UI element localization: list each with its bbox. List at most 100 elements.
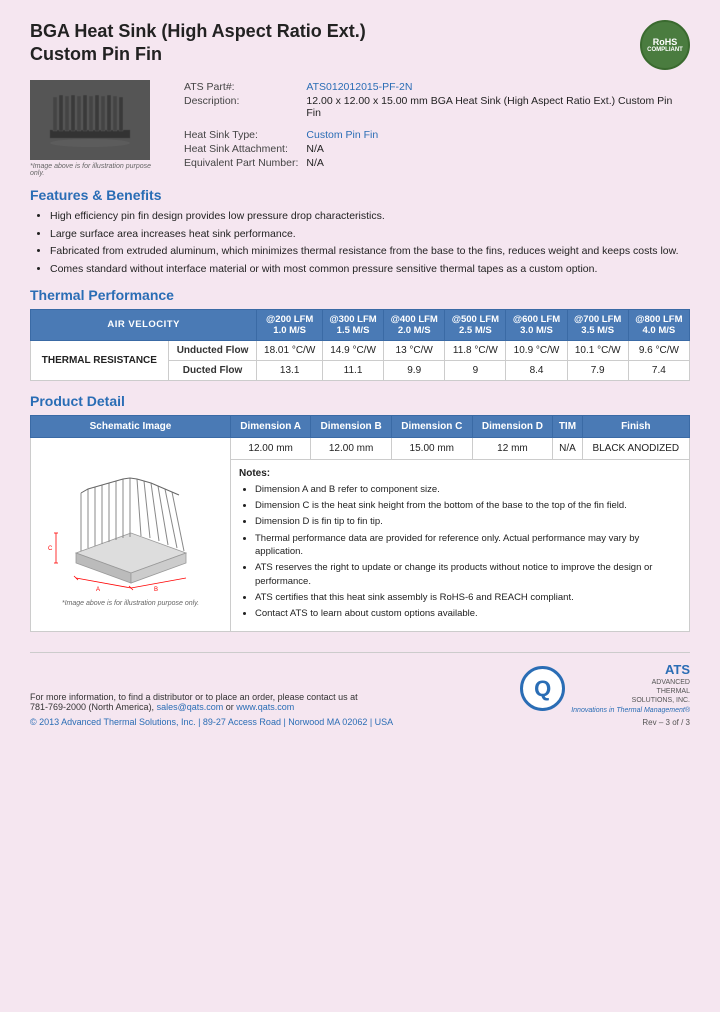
ducted-200: 13.1	[257, 360, 323, 380]
note-6: ATS certifies that this heat sink assemb…	[255, 591, 681, 604]
unducted-flow-label: Unducted Flow	[168, 340, 257, 360]
unducted-300: 14.9 °C/W	[322, 340, 383, 360]
col-400lfm: @400 LFM2.0 M/S	[384, 309, 445, 340]
dim-c-header: Dimension C	[391, 415, 472, 437]
heat-sink-type-label: Heat Sink Type:	[180, 128, 302, 142]
unducted-500: 11.8 °C/W	[445, 340, 506, 360]
heat-sink-attachment-value: N/A	[302, 142, 690, 156]
thermal-resistance-label: THERMAL RESISTANCE	[31, 340, 169, 380]
ducted-300: 11.1	[322, 360, 383, 380]
note-3: Dimension D is fin tip to fin tip.	[255, 515, 681, 528]
product-detail-title: Product Detail	[30, 393, 690, 409]
finish-value: BLACK ANODIZED	[582, 437, 689, 459]
col-600lfm: @600 LFM3.0 M/S	[506, 309, 567, 340]
svg-text:C: C	[48, 546, 53, 552]
ducted-700: 7.9	[567, 360, 628, 380]
header-section: BGA Heat Sink (High Aspect Ratio Ext.) C…	[30, 20, 690, 70]
ats-q: Q	[534, 676, 551, 702]
dim-a-header: Dimension A	[231, 415, 311, 437]
dim-a-value: 12.00 mm	[231, 437, 311, 459]
dim-d-value: 12 mm	[472, 437, 553, 459]
description-value: 12.00 x 12.00 x 15.00 mm BGA Heat Sink (…	[302, 94, 690, 120]
ducted-500: 9	[445, 360, 506, 380]
product-details-table: ATS Part#: ATS012012015-PF-2N Descriptio…	[180, 80, 690, 177]
footer-or: or	[226, 702, 237, 712]
ats-full1: ADVANCED	[571, 678, 690, 687]
dim-b-value: 12.00 mm	[311, 437, 392, 459]
product-info-section: *Image above is for illustration purpose…	[30, 80, 690, 177]
footer-copyright: © 2013 Advanced Thermal Solutions, Inc. …	[30, 717, 393, 727]
features-list: High efficiency pin fin design provides …	[30, 209, 690, 277]
ats-part-label: ATS Part#:	[180, 80, 302, 94]
footer-email[interactable]: sales@qats.com	[157, 702, 224, 712]
footer-website[interactable]: www.qats.com	[236, 702, 294, 712]
schematic-header: Schematic Image	[31, 415, 231, 437]
air-velocity-header: AIR VELOCITY	[31, 309, 257, 340]
ats-full2: THERMAL	[571, 687, 690, 696]
product-image-box: *Image above is for illustration purpose…	[30, 80, 160, 177]
ducted-400: 9.9	[384, 360, 445, 380]
note-1: Dimension A and B refer to component siz…	[255, 483, 681, 496]
ats-part-value: ATS012012015-PF-2N	[302, 80, 690, 94]
notes-cell: Notes: Dimension A and B refer to compon…	[231, 459, 690, 632]
note-4: Thermal performance data are provided fo…	[255, 532, 681, 559]
rohs-compliant: COMPLIANT	[647, 47, 683, 53]
ats-name: ATS	[571, 663, 690, 677]
thermal-performance-table: AIR VELOCITY @200 LFM1.0 M/S @300 LFM1.5…	[30, 309, 690, 381]
notes-title: Notes:	[239, 468, 681, 479]
notes-list: Dimension A and B refer to component siz…	[239, 483, 681, 621]
footer-left: For more information, to find a distribu…	[30, 692, 393, 727]
ducted-600: 8.4	[506, 360, 567, 380]
title-line1: BGA Heat Sink (High Aspect Ratio Ext.)	[30, 21, 366, 41]
schematic-svg: C A B	[46, 463, 216, 593]
page: BGA Heat Sink (High Aspect Ratio Ext.) C…	[0, 0, 720, 1012]
col-300lfm: @300 LFM1.5 M/S	[322, 309, 383, 340]
feature-item-2: Large surface area increases heat sink p…	[50, 227, 690, 242]
unducted-600: 10.9 °C/W	[506, 340, 567, 360]
footer-contact: For more information, to find a distribu…	[30, 692, 393, 712]
unducted-700: 10.1 °C/W	[567, 340, 628, 360]
equivalent-part-value: N/A	[302, 156, 690, 170]
col-800lfm: @800 LFM4.0 M/S	[628, 309, 689, 340]
feature-item-4: Comes standard without interface materia…	[50, 262, 690, 277]
product-image	[30, 80, 150, 160]
feature-item-3: Fabricated from extruded aluminum, which…	[50, 244, 690, 259]
unducted-200: 18.01 °C/W	[257, 340, 323, 360]
footer-contact-text: For more information, to find a distribu…	[30, 692, 358, 702]
ats-full3: SOLUTIONS, INC.	[571, 696, 690, 705]
col-500lfm: @500 LFM2.5 M/S	[445, 309, 506, 340]
rohs-badge: RoHS COMPLIANT	[640, 20, 690, 70]
col-700lfm: @700 LFM3.5 M/S	[567, 309, 628, 340]
unducted-400: 13 °C/W	[384, 340, 445, 360]
ats-q-logo: Q	[520, 666, 565, 711]
schematic-image-caption: *Image above is for illustration purpose…	[36, 600, 225, 607]
ats-tagline: Innovations in Thermal Management®	[571, 707, 690, 714]
dim-b-header: Dimension B	[311, 415, 392, 437]
note-5: ATS reserves the right to update or chan…	[255, 561, 681, 588]
heat-sink-type-value: Custom Pin Fin	[302, 128, 690, 142]
page-number: Rev – 3 of / 3	[520, 718, 690, 727]
schematic-image-cell: C A B *Image above is for illustration p…	[31, 437, 231, 632]
tim-value: N/A	[553, 437, 582, 459]
footer-right: Q ATS ADVANCED THERMAL SOLUTIONS, INC. I…	[520, 663, 690, 727]
feature-item-1: High efficiency pin fin design provides …	[50, 209, 690, 224]
footer-section: For more information, to find a distribu…	[30, 652, 690, 727]
ducted-800: 7.4	[628, 360, 689, 380]
tim-header: TIM	[553, 415, 582, 437]
ats-text-block: ATS ADVANCED THERMAL SOLUTIONS, INC. Inn…	[571, 663, 690, 714]
footer-phone: 781-769-2000 (North America),	[30, 702, 154, 712]
col-200lfm: @200 LFM1.0 M/S	[257, 309, 323, 340]
note-2: Dimension C is the heat sink height from…	[255, 499, 681, 512]
header-title: BGA Heat Sink (High Aspect Ratio Ext.) C…	[30, 20, 366, 67]
title-line2: Custom Pin Fin	[30, 44, 162, 64]
svg-text:A: A	[96, 587, 100, 593]
rohs-text: RoHS	[653, 37, 678, 47]
features-title: Features & Benefits	[30, 187, 690, 203]
heatsink-svg	[35, 85, 145, 155]
dim-d-header: Dimension D	[472, 415, 553, 437]
product-image-caption: *Image above is for illustration purpose…	[30, 163, 160, 177]
product-detail-table: Schematic Image Dimension A Dimension B …	[30, 415, 690, 633]
ats-logo: Q ATS ADVANCED THERMAL SOLUTIONS, INC. I…	[520, 663, 690, 714]
finish-header: Finish	[582, 415, 689, 437]
unducted-800: 9.6 °C/W	[628, 340, 689, 360]
